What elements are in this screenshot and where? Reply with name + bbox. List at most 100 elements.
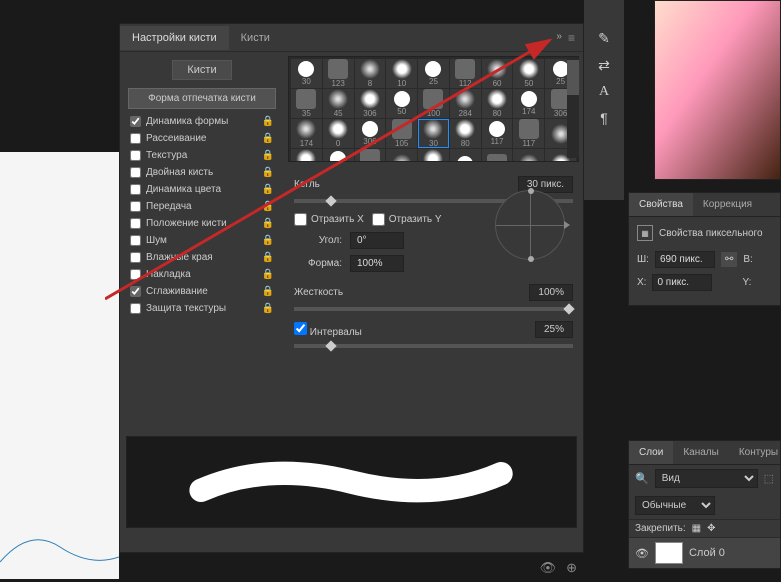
- layer-name[interactable]: Слой 0: [689, 547, 725, 559]
- hardness-slider[interactable]: [294, 307, 573, 311]
- brush-preset-cell[interactable]: 10: [386, 59, 417, 88]
- sidebar-item-buildup[interactable]: Накладка🔒: [124, 266, 280, 283]
- slider-thumb[interactable]: [563, 303, 574, 314]
- lock-icon[interactable]: 🔒: [262, 133, 274, 144]
- sidebar-item-brush-pose[interactable]: Положение кисти🔒: [124, 215, 280, 232]
- lock-icon[interactable]: 🔒: [262, 252, 274, 263]
- tab-brush-settings[interactable]: Настройки кисти: [120, 26, 229, 50]
- brush-preset-cell[interactable]: [482, 149, 513, 162]
- sidebar-item-smoothing[interactable]: Сглаживание🔒: [124, 283, 280, 300]
- brush-preset-cell[interactable]: 80: [482, 89, 513, 118]
- angle-roundness-widget[interactable]: [495, 190, 565, 260]
- layer-filter-kind[interactable]: Вид: [655, 469, 758, 488]
- brush-preset-cell[interactable]: 174: [291, 119, 322, 148]
- angle-handle[interactable]: [528, 188, 534, 194]
- toggle-preview-icon[interactable]: 👁: [540, 560, 557, 576]
- lock-icon[interactable]: 🔒: [262, 218, 274, 229]
- checkbox-noise[interactable]: [130, 235, 141, 246]
- checkbox-wet-edges[interactable]: [130, 252, 141, 263]
- blend-mode-select[interactable]: Обычные: [635, 496, 715, 515]
- brushes-button[interactable]: Кисти: [172, 60, 231, 80]
- sidebar-item-wet-edges[interactable]: Влажные края🔒: [124, 249, 280, 266]
- brush-preset-cell[interactable]: 50: [386, 89, 417, 118]
- brush-preset-cell[interactable]: 306: [355, 119, 386, 148]
- sidebar-item-texture[interactable]: Текстура🔒: [124, 147, 280, 164]
- lock-icon[interactable]: 🔒: [262, 201, 274, 212]
- angle-arrow-icon[interactable]: [564, 221, 570, 229]
- tab-adjustments[interactable]: Коррекция: [693, 193, 762, 216]
- checkbox-flip-y[interactable]: [372, 213, 385, 226]
- brush-preset-cell[interactable]: 284: [450, 89, 481, 118]
- checkbox-buildup[interactable]: [130, 269, 141, 280]
- brush-preset-cell[interactable]: 35: [291, 89, 322, 118]
- tab-brushes[interactable]: Кисти: [229, 26, 282, 50]
- color-picker-swatch[interactable]: [654, 0, 781, 180]
- spacing-checkbox[interactable]: Интервалы: [294, 322, 362, 338]
- brush-preset-cell[interactable]: 0: [323, 119, 354, 148]
- angle-input[interactable]: [350, 232, 404, 249]
- checkbox-transfer[interactable]: [130, 201, 141, 212]
- layer-row[interactable]: 👁 Слой 0: [629, 537, 780, 568]
- lock-position-icon[interactable]: ✥: [707, 523, 715, 534]
- brush-preset-cell[interactable]: 50: [513, 59, 544, 88]
- type-icon[interactable]: A: [599, 84, 609, 100]
- x-input[interactable]: [652, 274, 712, 291]
- brush-preset-cell[interactable]: 30: [418, 119, 449, 148]
- checkbox-shape-dynamics[interactable]: [130, 116, 141, 127]
- lock-icon[interactable]: 🔒: [262, 235, 274, 246]
- sidebar-item-protect-texture[interactable]: Защита текстуры🔒: [124, 300, 280, 317]
- pilcrow-icon[interactable]: ¶: [600, 110, 608, 126]
- lock-icon[interactable]: 🔒: [262, 150, 274, 161]
- brush-tip-shape-header[interactable]: Форма отпечатка кисти: [128, 88, 276, 109]
- brush-preset-cell[interactable]: 117: [482, 119, 513, 148]
- spacing-slider[interactable]: [294, 344, 573, 348]
- new-preset-icon[interactable]: ⊕: [566, 560, 577, 576]
- sidebar-item-dual-brush[interactable]: Двойная кисть🔒: [124, 164, 280, 181]
- lock-icon[interactable]: 🔒: [262, 116, 274, 127]
- checkbox-scattering[interactable]: [130, 133, 141, 144]
- checkbox-spacing[interactable]: [294, 322, 307, 335]
- brush-preset-cell[interactable]: 30: [418, 149, 449, 162]
- brush-preset-cell[interactable]: 117: [513, 119, 544, 148]
- brush-preset-cell[interactable]: 60: [482, 59, 513, 88]
- brush-preset-cell[interactable]: 45: [323, 89, 354, 118]
- visibility-icon[interactable]: 👁: [635, 547, 649, 560]
- lock-icon[interactable]: 🔒: [262, 269, 274, 280]
- brush-preset-cell[interactable]: 123: [323, 59, 354, 88]
- checkbox-brush-pose[interactable]: [130, 218, 141, 229]
- brush-preset-cell[interactable]: 25: [418, 59, 449, 88]
- brush-preset-cell[interactable]: 100: [418, 89, 449, 118]
- checkbox-protect-texture[interactable]: [130, 303, 141, 314]
- flip-y-checkbox[interactable]: Отразить Y: [372, 213, 442, 226]
- brush-preset-cell[interactable]: 283: [291, 149, 322, 162]
- roundness-input[interactable]: [350, 255, 404, 272]
- brush-preset-cell[interactable]: 3: [355, 149, 386, 162]
- spacing-value[interactable]: 25%: [535, 321, 573, 338]
- layer-thumbnail[interactable]: [655, 542, 683, 564]
- width-input[interactable]: [655, 251, 715, 268]
- lock-icon[interactable]: 🔒: [262, 184, 274, 195]
- checkbox-texture[interactable]: [130, 150, 141, 161]
- tab-paths[interactable]: Контуры: [729, 441, 781, 464]
- sidebar-item-shape-dynamics[interactable]: Динамика формы🔒: [124, 113, 280, 130]
- brush-preset-cell[interactable]: 112: [450, 59, 481, 88]
- panel-menu-icon[interactable]: ≡: [568, 31, 575, 45]
- brush-preset-cell[interactable]: [513, 149, 544, 162]
- slider-thumb[interactable]: [326, 340, 337, 351]
- hardness-value[interactable]: 100%: [529, 284, 573, 301]
- brush-preset-cell[interactable]: 80: [450, 119, 481, 148]
- brush-preset-cell[interactable]: 105: [386, 119, 417, 148]
- tab-layers[interactable]: Слои: [629, 441, 673, 464]
- checkbox-flip-x[interactable]: [294, 213, 307, 226]
- collapse-icon[interactable]: »: [556, 31, 560, 45]
- canvas-area[interactable]: [0, 152, 119, 579]
- brush-preset-cell[interactable]: 8: [355, 59, 386, 88]
- brush-options-icon[interactable]: ✎: [598, 30, 610, 47]
- tab-properties[interactable]: Свойства: [629, 193, 693, 216]
- lock-icon[interactable]: 🔒: [262, 167, 274, 178]
- link-wh-icon[interactable]: ⚯: [721, 252, 737, 267]
- brush-preset-cell[interactable]: 174: [513, 89, 544, 118]
- checkbox-smoothing[interactable]: [130, 286, 141, 297]
- lock-icon[interactable]: 🔒: [262, 286, 274, 297]
- brush-grid-scrollbar[interactable]: [567, 58, 579, 158]
